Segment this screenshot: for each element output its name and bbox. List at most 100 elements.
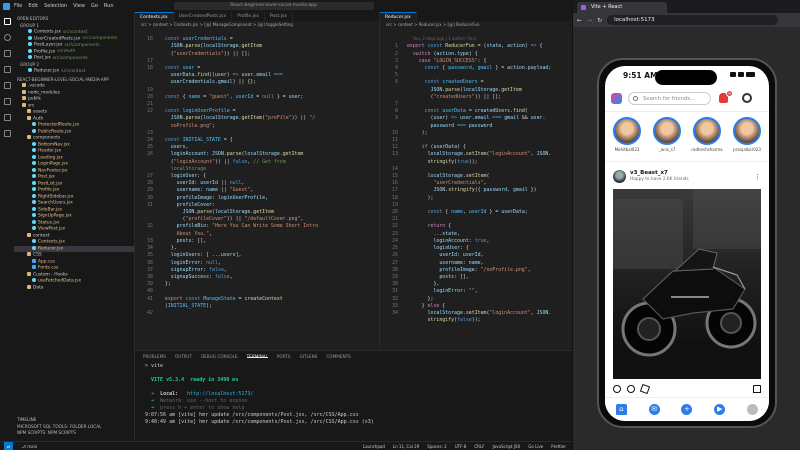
command-center[interactable]: React-beginner-level-social-media-app [173,2,374,10]
status-item[interactable]: CRLF [474,444,484,449]
panel-tab-ports[interactable]: PORTS [277,354,291,359]
menu-item-go[interactable]: Go [91,3,98,9]
run-debug-icon[interactable] [3,66,11,73]
story-item[interactable]: pranjalkar023 [731,113,763,157]
post-image-motorcycle[interactable] [613,189,761,379]
panel-tab-terminal[interactable]: TERMINAL [246,354,268,359]
source-control-icon[interactable] [3,50,11,57]
react-file-icon [28,55,32,59]
address-bar[interactable]: localhost:5173 [607,15,778,25]
post-avatar[interactable] [613,170,626,183]
editor-tab[interactable]: Profile.jsx [232,12,265,21]
tree-item[interactable]: Data [14,284,134,292]
story-item[interactable]: Mohitbal023 [611,113,643,157]
status-item[interactable]: Launchpad [363,444,385,449]
code-editor-reducer[interactable]: You, 2 days ago | 1 author (You) 1 expor… [380,28,572,350]
search-icon[interactable] [3,34,11,41]
folder-icon [27,252,31,256]
status-item[interactable]: UTF-8 [455,444,467,449]
menu-item-run[interactable]: Run [104,3,114,9]
back-icon[interactable]: ← [577,17,582,24]
tree-item-label: Data [33,285,44,290]
database-icon[interactable] [3,130,11,137]
react-file-icon [28,42,32,46]
tree-item-label: RightSidebar.jsx [38,194,74,199]
bottom-nav: ⌂ ✉ + ▶ [605,397,769,421]
git-branch[interactable]: ⎇ main [21,444,37,449]
comment-icon[interactable] [627,385,635,393]
status-item[interactable]: Prettier [551,444,566,449]
story-item[interactable]: radheshsharma [691,113,723,157]
panel-tab-output[interactable]: OUTPUT [175,354,192,359]
browser-tab[interactable]: Vite + React [577,2,667,13]
menu-item-selection[interactable]: Selection [44,3,67,9]
react-file-icon [32,226,36,230]
tree-item-label: Fonts.css [38,265,59,271]
app-logo-icon[interactable] [611,93,622,104]
remote-explorer-icon[interactable] [3,98,11,105]
messenger-nav-icon[interactable]: ✉ [648,404,660,415]
video-nav-icon[interactable]: ▶ [714,404,726,415]
bookmark-icon[interactable] [753,385,761,393]
terminal[interactable]: > vite VITE v5.3.4 ready in 3490 ms ➜ Lo… [135,361,572,428]
network-line: Network: use --host to expose [160,398,248,404]
editor-tab[interactable]: UserCreatedPosts.jsx [174,12,233,21]
story-item[interactable]: _anis_s7 [651,113,683,157]
sidebar-section-header[interactable]: NPM SCRIPTS: NPM SCRIPTS [14,430,134,437]
post-username[interactable]: v3_Beast_x7 [630,170,668,176]
reload-icon[interactable]: ↻ [597,17,602,24]
like-icon[interactable] [613,385,621,393]
git-blame[interactable]: You, 2 days ago | 1 author (You) [413,36,477,41]
tree-item-label: SearchUsers.jsx [38,200,73,206]
menu-item-edit[interactable]: Edit [28,3,38,9]
editor-tab[interactable]: Reducer.jsx [380,12,417,21]
tree-item-label: CSS [33,252,42,258]
status-item[interactable]: Spaces: 2 [427,444,446,449]
battery-icon [746,72,755,77]
gitlens-icon[interactable] [3,114,11,121]
explorer-icon[interactable] [3,18,11,25]
panel-tab-debug-console[interactable]: DEBUG CONSOLE [201,354,238,359]
post-user-bio: Happy to have 2.6K friends [630,177,689,182]
tree-item-label: PublicRoute.jsx [38,129,72,134]
react-file-icon [32,180,36,185]
status-item[interactable]: Ln 11, Col 29 [393,444,419,449]
extensions-icon[interactable] [3,82,11,89]
menu-item-view[interactable]: View [73,3,85,9]
folder-icon [22,96,26,100]
file-path-hint: src\components [52,55,88,61]
panel-tab-comments[interactable]: COMMENTS [326,354,350,359]
breadcrumb[interactable]: src > context > Contexts.jsx > [@] Manag… [135,21,379,28]
vscode-logo-icon [3,2,10,10]
panel-tab-gitlens[interactable]: GITLENS [300,354,318,359]
menu-item-file[interactable]: File [14,3,22,9]
forward-icon[interactable]: → [587,17,592,24]
profile-nav-icon[interactable] [747,404,759,415]
status-item[interactable]: JavaScript JSX [493,444,521,449]
panel-tab-problems[interactable]: PROBLEMS [143,354,166,359]
post-actions [613,383,761,395]
settings-gear-icon[interactable] [742,93,752,103]
home-nav-icon[interactable]: ⌂ [615,404,627,415]
tree-item-label: context [33,233,50,238]
remote-indicator-icon[interactable]: ⇄ [4,442,14,450]
react-file-icon [32,213,36,217]
status-item[interactable]: Go Live [528,444,543,449]
react-file-icon [32,148,36,152]
status-icons [730,72,755,77]
breadcrumb[interactable]: src > context > Reducer.jsx > [@] Reduce… [380,21,572,28]
open-editor-item[interactable]: Reducer.jsx src\context [14,68,134,75]
signal-icon [730,72,736,77]
friend-search-input[interactable]: Search for friends... [628,92,711,105]
search-icon [633,96,638,101]
phone-notch [655,70,717,85]
local-label: Local: [160,391,179,397]
share-icon[interactable] [639,383,651,395]
code-editor-contexts[interactable]: 16 const userCredentials = JSON.parse(lo… [135,28,379,350]
post-more-icon[interactable]: ⋮ [754,173,761,181]
editor-tab[interactable]: Post.jsx [265,12,293,21]
add-post-nav-icon[interactable]: + [681,404,693,415]
editor-group-2: Reducer.jsx src > context > Reducer.jsx … [379,12,572,350]
editor-tab[interactable]: Contexts.jsx [135,12,174,21]
local-url-link[interactable]: http://localhost:5173/ [187,391,253,397]
